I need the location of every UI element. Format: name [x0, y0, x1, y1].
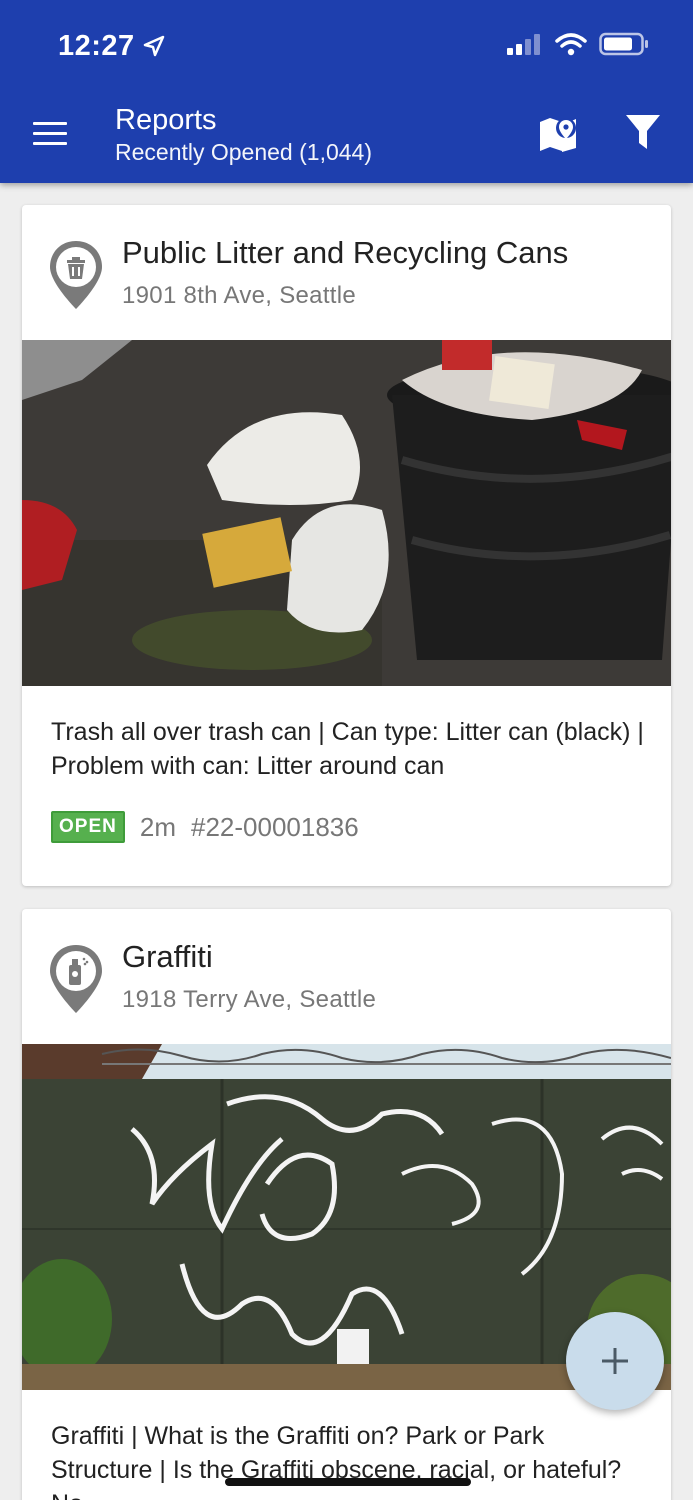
- status-badge: OPEN: [51, 811, 125, 843]
- card-header: Graffiti 1918 Terry Ave, Seattle: [22, 909, 671, 1044]
- report-category: Public Litter and Recycling Cans: [122, 235, 569, 270]
- report-address: 1918 Terry Ave, Seattle: [122, 986, 377, 1013]
- report-category: Graffiti: [122, 939, 213, 974]
- app-bar: 12:27 Reports Recently Opened (1,044): [0, 0, 693, 183]
- header-titles: Reports Recently Opened (1,044): [115, 103, 372, 167]
- menu-button[interactable]: [33, 122, 67, 146]
- plus-icon: [602, 1348, 628, 1374]
- report-card[interactable]: Graffiti 1918 Terry Ave, Seattle Graffit…: [22, 909, 671, 1500]
- report-meta: OPEN 2m #22-00001836: [51, 811, 359, 843]
- litter-photo-illustration: [22, 340, 671, 686]
- report-description: Graffiti | What is the Graffiti on? Park…: [51, 1422, 622, 1500]
- spray-can-pin-icon: [50, 945, 102, 1013]
- home-indicator[interactable]: [225, 1478, 471, 1486]
- battery-icon: [599, 32, 648, 56]
- card-header: Public Litter and Recycling Cans 1901 8t…: [22, 205, 671, 340]
- wifi-icon: [555, 33, 587, 56]
- report-photo[interactable]: [22, 340, 671, 686]
- report-address: 1901 8th Ave, Seattle: [122, 282, 357, 309]
- report-card[interactable]: Public Litter and Recycling Cans 1901 8t…: [22, 205, 671, 886]
- location-arrow-icon: [143, 35, 165, 57]
- trash-can-pin-icon: [50, 241, 102, 309]
- add-report-button[interactable]: [566, 1312, 664, 1410]
- hamburger-menu-icon: [33, 122, 67, 125]
- report-description: Trash all over trash can | Can type: Lit…: [51, 718, 644, 780]
- status-icons: [507, 32, 649, 56]
- status-time: 12:27: [58, 30, 135, 62]
- report-age: 2m: [139, 811, 176, 842]
- map-pin-icon[interactable]: [538, 115, 578, 155]
- page-subtitle: Recently Opened (1,044): [115, 139, 372, 165]
- page-title: Reports: [115, 104, 217, 136]
- filter-funnel-icon[interactable]: [625, 113, 661, 151]
- cellular-signal-icon: [507, 34, 540, 55]
- report-number: #22-00001836: [190, 811, 359, 842]
